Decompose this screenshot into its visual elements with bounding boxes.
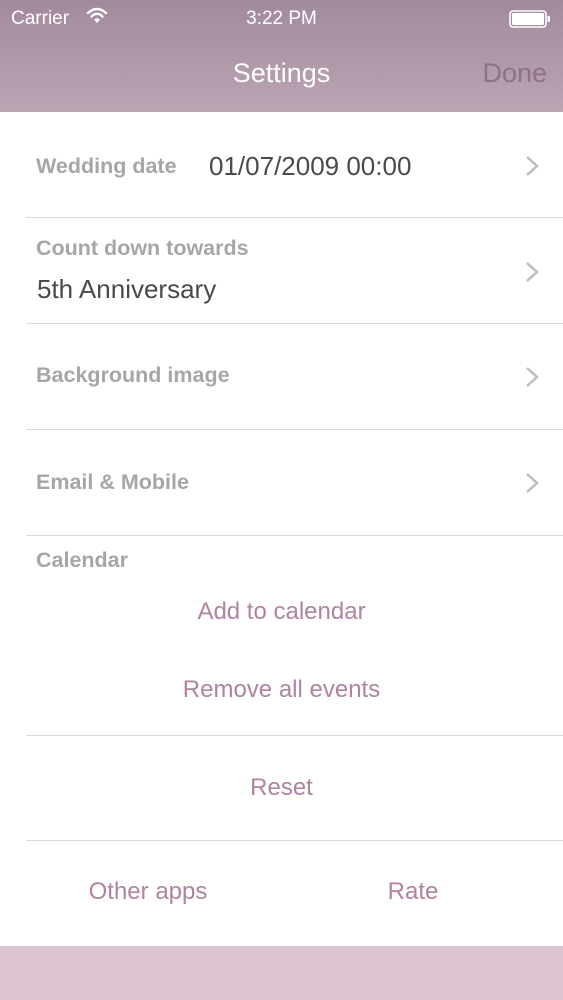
wedding-date-label: Wedding date: [36, 154, 177, 178]
countdown-label: Count down towards: [36, 236, 249, 260]
chevron-right-icon: [526, 367, 539, 387]
reset-row: Reset: [0, 736, 563, 840]
email-mobile-row[interactable]: Email & Mobile: [0, 430, 563, 535]
chevron-right-icon: [526, 473, 539, 493]
wedding-date-row[interactable]: Wedding date 01/07/2009 00:00: [0, 112, 563, 217]
battery-icon: [509, 10, 550, 28]
status-bar: Carrier 3:22 PM: [0, 0, 563, 38]
add-to-calendar-button[interactable]: Add to calendar: [0, 598, 563, 626]
calendar-section: Calendar Add to calendar Remove all even…: [0, 536, 563, 736]
rate-button[interactable]: Rate: [272, 878, 554, 906]
wedding-date-value: 01/07/2009 00:00: [209, 151, 412, 181]
bottom-actions-row: Other apps Rate: [0, 841, 563, 946]
remove-all-events-button[interactable]: Remove all events: [0, 676, 563, 704]
reset-button[interactable]: Reset: [0, 774, 563, 802]
calendar-label: Calendar: [36, 548, 129, 572]
chevron-right-icon: [526, 156, 539, 176]
chevron-right-icon: [526, 262, 539, 282]
top-bar: Carrier 3:22 PM Settings Done: [0, 0, 563, 112]
background-image-label: Background image: [36, 363, 230, 387]
other-apps-button[interactable]: Other apps: [7, 878, 289, 906]
footer-bar: [0, 946, 563, 1000]
page-title: Settings: [232, 58, 331, 88]
status-time: 3:22 PM: [246, 8, 317, 29]
email-mobile-label: Email & Mobile: [36, 470, 189, 494]
countdown-row[interactable]: Count down towards 5th Anniversary: [0, 218, 563, 323]
navigation-bar: Settings Done: [0, 40, 563, 110]
background-image-row[interactable]: Background image: [0, 324, 563, 429]
countdown-value: 5th Anniversary: [37, 274, 217, 304]
done-button[interactable]: Done: [482, 58, 547, 89]
